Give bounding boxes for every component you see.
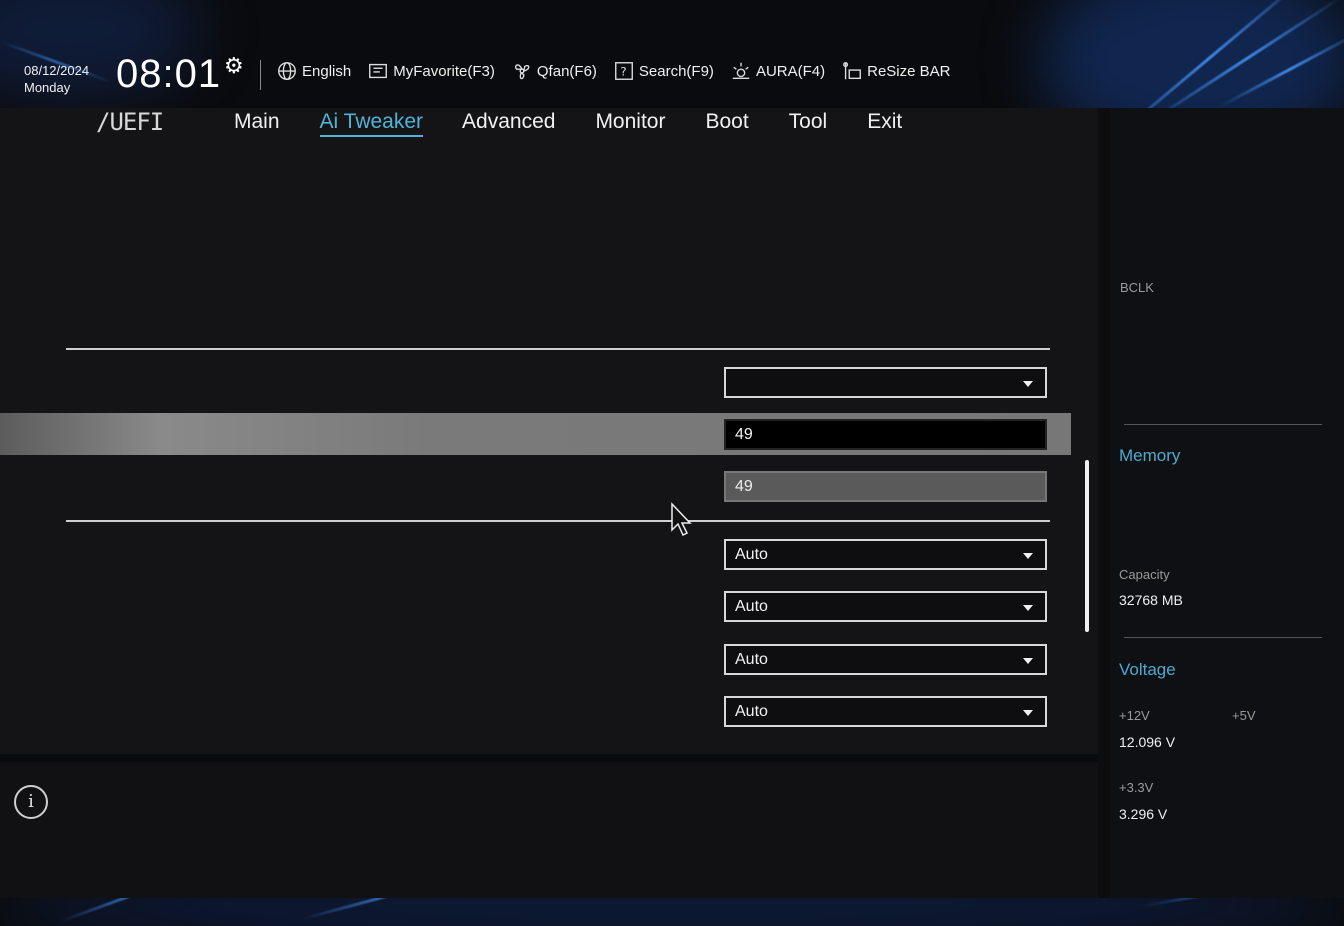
fan-icon [514,64,530,80]
main-menu: Main Ai Tweaker Advanced Monitor Boot To… [234,110,902,137]
setting-input: 49 [724,471,1047,502]
aura-button[interactable]: AURA(F4) [730,60,825,82]
resize-bar-label: ReSize BAR [867,62,951,80]
language-label: English [302,62,352,80]
tab-monitor[interactable]: Monitor [595,110,665,137]
help-info-area [0,762,1098,898]
svg-text:?: ? [620,65,626,79]
uefi-logo: /UEFI [96,108,164,136]
globe-icon [278,62,296,80]
section-divider [66,348,1050,350]
voltage-title: Voltage [1119,660,1176,679]
setting-dropdown[interactable]: Auto [724,591,1047,622]
top-status-bar: 08/12/2024 Monday 08:01 ⚙ English MyFavo… [0,0,1344,108]
setting-value: 49 [735,426,753,443]
v33-label: +3.3V [1119,780,1154,795]
memory-title: Memory [1119,446,1181,465]
section-divider [66,520,1050,522]
gear-icon[interactable]: ⚙ [224,54,244,79]
aura-icon [732,62,750,80]
hardware-monitor: BCLK Memory Capacity 32768 MB Voltage +1… [1110,108,1344,898]
tab-ai-tweaker[interactable]: Ai Tweaker [319,110,424,137]
clock: 08:01 [116,52,222,96]
myfavorite-label: MyFavorite(F3) [393,62,495,80]
date-text: 08/12/2024 [24,63,90,78]
tab-boot[interactable]: Boot [705,110,748,137]
setting-value: Auto [735,598,768,615]
mouse-cursor-icon [671,502,692,537]
panel-divider [1098,108,1110,898]
divider [260,60,261,90]
bclk-label: BCLK [1120,280,1154,295]
setting-dropdown[interactable]: Auto [724,539,1047,570]
chevron-down-icon [1023,605,1033,611]
chevron-down-icon [1023,381,1033,387]
setting-dropdown[interactable]: Auto [724,644,1047,675]
qfan-button[interactable]: Qfan(F6) [511,60,597,82]
search-button[interactable]: ? Search(F9) [613,60,714,82]
search-label: Search(F9) [638,62,714,80]
hw-divider [1124,637,1322,638]
scrollbar[interactable] [1085,460,1089,632]
chevron-down-icon [1023,710,1033,716]
setting-value: Auto [735,703,768,720]
v33-value: 3.296 V [1119,806,1168,822]
tab-main[interactable]: Main [234,110,280,137]
date-display: 08/12/2024 Monday [24,62,89,96]
tab-exit[interactable]: Exit [867,110,902,137]
language-button[interactable]: English [276,60,351,82]
v12-label: +12V [1119,708,1150,723]
myfavorite-button[interactable]: MyFavorite(F3) [367,60,495,82]
setting-dropdown[interactable] [724,367,1047,398]
search-icon: ? [614,62,633,80]
setting-input[interactable]: 49 [724,419,1047,450]
resize-bar-icon [843,62,862,80]
setting-value: Auto [735,546,768,563]
info-icon: i [14,785,48,819]
hw-divider [1124,424,1322,425]
toolbar: English MyFavorite(F3) Qfan(F6) ? Search… [276,60,950,82]
setting-value: 49 [735,478,753,495]
capacity-value: 32768 MB [1119,592,1183,608]
chevron-down-icon [1023,658,1033,664]
tab-advanced[interactable]: Advanced [462,110,555,137]
chevron-down-icon [1023,553,1033,559]
tab-tool[interactable]: Tool [789,110,828,137]
v12-value: 12.096 V [1119,734,1176,750]
resize-bar-button[interactable]: ReSize BAR [841,60,950,82]
weekday-text: Monday [24,80,71,95]
setting-value: Auto [735,651,768,668]
capacity-label: Capacity [1119,567,1170,582]
v5-label: +5V [1232,708,1256,723]
favorite-icon [369,63,388,79]
setting-dropdown[interactable]: Auto [724,696,1047,727]
qfan-label: Qfan(F6) [536,62,597,80]
aura-label: AURA(F4) [755,62,826,80]
